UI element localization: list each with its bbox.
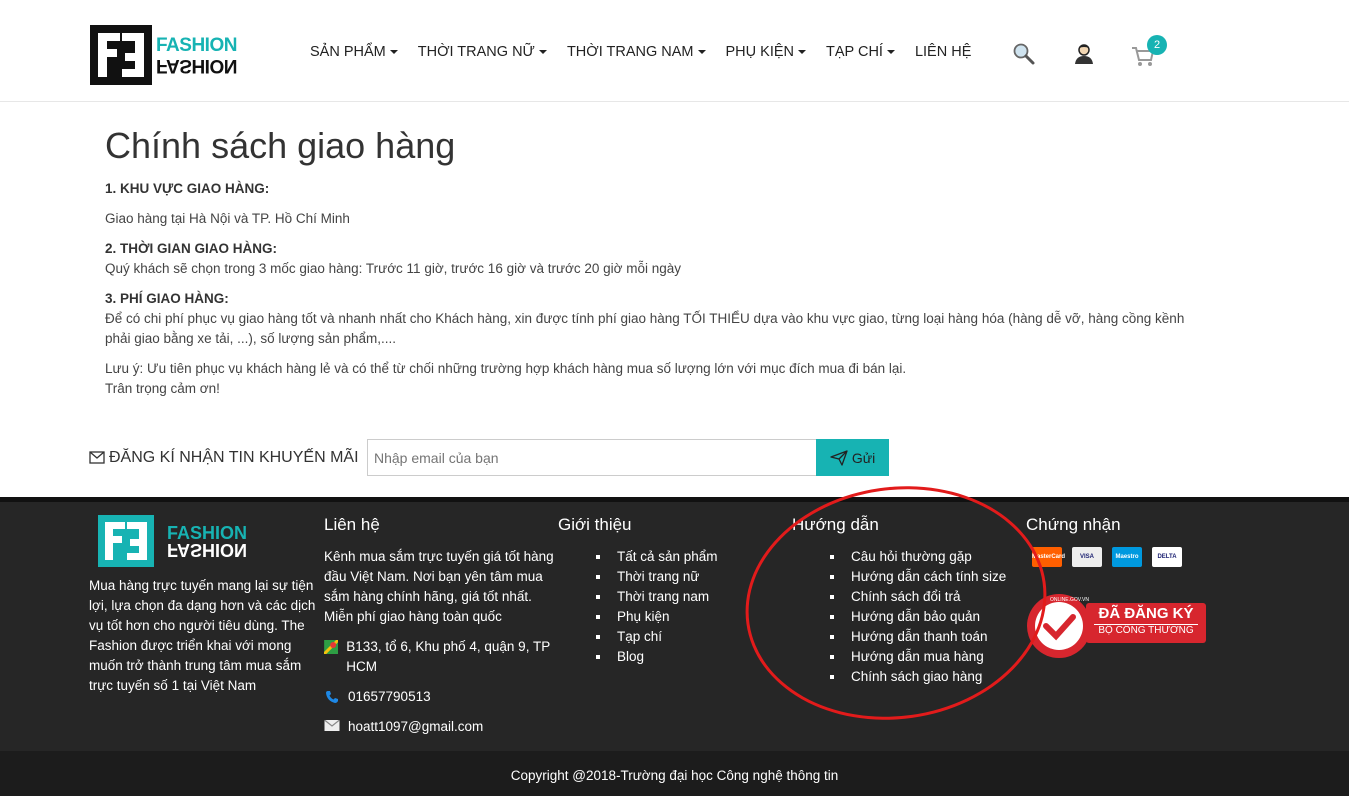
section-heading: 3. PHÍ GIAO HÀNG: (105, 291, 229, 306)
envelope-icon (89, 451, 105, 464)
map-icon (324, 640, 339, 654)
thanks-text: Trân trọng cảm ơn! (105, 381, 220, 396)
section-heading: 1. KHU VỰC GIAO HÀNG: (105, 181, 270, 196)
seal-ring-text: ONLINE.GOV.VN (1050, 597, 1089, 603)
policy-content: Chính sách giao hàng 1. KHU VỰC GIAO HÀN… (105, 125, 1245, 399)
nav-item-thoi-trang-nu[interactable]: THỜI TRANG NỮ (418, 44, 547, 60)
logo-mark-icon (90, 25, 152, 85)
section-text: Quý khách sẽ chọn trong 3 mốc giao hàng:… (105, 261, 681, 276)
nav-item-thoi-trang-nam[interactable]: THỜI TRANG NAM (567, 44, 706, 60)
caret-down-icon (798, 50, 807, 54)
site-footer: FASHION FASHION Mua hàng trực tuyến mang… (0, 497, 1349, 751)
maestro-icon: Maestro (1112, 547, 1142, 567)
footer-link[interactable]: Tạp chí (596, 627, 788, 647)
mail-icon (324, 720, 340, 731)
main-nav: SẢN PHẨM THỜI TRANG NỮ THỜI TRANG NAM PH… (310, 44, 991, 60)
copyright-bar: Copyright @2018-Trường đại học Công nghệ… (0, 751, 1349, 796)
footer-contact-title: Liên hệ (324, 515, 380, 534)
caret-down-icon (538, 50, 547, 54)
nav-item-tap-chi[interactable]: TẠP CHÍ (826, 44, 895, 60)
section-heading: 2. THỜI GIAN GIAO HÀNG: (105, 241, 278, 256)
nav-item-san-pham[interactable]: SẢN PHẨM (310, 44, 398, 60)
footer-link[interactable]: Hướng dẫn cách tính size (830, 567, 1024, 587)
footer-link[interactable]: Thời trang nữ (596, 567, 788, 587)
footer-guide: Hướng dẫn Câu hỏi thường gặp Hướng dẫn c… (792, 515, 1024, 687)
payment-cards: MasterCard VISA Maestro DELTA (1032, 547, 1246, 567)
footer-link[interactable]: Chính sách đổi trả (830, 587, 1024, 607)
footer-intro: Giới thiệu Tất cả sản phẩm Thời trang nữ… (558, 515, 788, 667)
footer-guide-title: Hướng dẫn (792, 515, 879, 534)
delta-icon: DELTA (1152, 547, 1182, 567)
footer-cert-title: Chứng nhận (1026, 515, 1121, 534)
footer-link[interactable]: Tất cả sản phẩm (596, 547, 788, 567)
footer-intro-list: Tất cả sản phẩm Thời trang nữ Thời trang… (596, 547, 788, 667)
newsletter-email-input[interactable] (367, 439, 816, 476)
cart-count-badge: 2 (1147, 35, 1167, 55)
note-text: Lưu ý: Ưu tiên phục vụ khách hàng lẻ và … (105, 361, 907, 376)
footer-contact: Liên hệ Kênh mua sắm trực tuyến giá tốt … (324, 515, 559, 737)
footer-link[interactable]: Thời trang nam (596, 587, 788, 607)
footer-link[interactable]: Phụ kiện (596, 607, 788, 627)
page-title: Chính sách giao hàng (105, 125, 456, 166)
footer-intro-title: Giới thiệu (558, 515, 632, 534)
footer-about: Mua hàng trực tuyến mang lại sự tiện lợi… (89, 578, 316, 693)
newsletter-label: ĐĂNG KÍ NHẬN TIN KHUYẾN MÃI (89, 449, 367, 467)
caret-down-icon (389, 50, 398, 54)
footer-contact-desc: Kênh mua sắm trực tuyến giá tốt hàng đầu… (324, 549, 554, 624)
site-logo[interactable]: FASHION FASHION (90, 25, 250, 85)
phone-icon (326, 691, 338, 703)
section-text: phải giao bằng xe tải, ...), số lượng sả… (105, 331, 397, 346)
logo-mark-icon (98, 515, 154, 567)
caret-down-icon (697, 50, 706, 54)
footer-link[interactable]: Hướng dẫn bảo quản (830, 607, 1024, 627)
site-header: FASHION FASHION SẢN PHẨM THỜI TRANG NỮ T… (0, 0, 1349, 102)
footer-address: B133, tổ 6, Khu phố 4, quận 9, TP HCM (324, 637, 559, 677)
copyright-text: Copyright @2018-Trường đại học Công nghệ… (510, 768, 839, 783)
send-icon (830, 449, 848, 466)
section-text: Giao hàng tại Hà Nội và TP. Hồ Chí Minh (105, 211, 350, 226)
nav-item-phu-kien[interactable]: PHỤ KIỆN (726, 44, 807, 60)
footer-cert: Chứng nhận MasterCard VISA Maestro DELTA… (1026, 515, 1246, 659)
logo-text-mirrored: FASHION (156, 55, 237, 76)
footer-link[interactable]: Blog (596, 647, 788, 667)
footer-link[interactable]: Hướng dẫn thanh toán (830, 627, 1024, 647)
section-text: Để có chi phí phục vụ giao hàng tốt và n… (105, 311, 1185, 326)
footer-guide-list: Câu hỏi thường gặp Hướng dẫn cách tính s… (830, 547, 1024, 687)
footer-phone[interactable]: 01657790513 (324, 687, 559, 707)
logo-text-mirrored: FASHION (167, 540, 248, 560)
footer-link[interactable]: Câu hỏi thường gặp (830, 547, 1024, 567)
search-icon[interactable] (1012, 42, 1036, 66)
user-icon[interactable] (1072, 42, 1096, 66)
badge-bar: ĐÃ ĐĂNG KÝ BỘ CÔNG THƯƠNG (1086, 603, 1206, 643)
visa-icon: VISA (1072, 547, 1102, 567)
newsletter-submit-button[interactable]: Gửi (816, 439, 889, 476)
footer-email[interactable]: hoatt1097@gmail.com (324, 717, 559, 737)
nav-item-lien-he[interactable]: LIÊN HỆ (915, 44, 971, 60)
mastercard-icon: MasterCard (1032, 547, 1065, 567)
footer-link[interactable]: Hướng dẫn mua hàng (830, 647, 1024, 667)
caret-down-icon (886, 50, 895, 54)
footer-link[interactable]: Chính sách giao hàng (830, 667, 1024, 687)
registered-badge[interactable]: ĐÃ ĐĂNG KÝ BỘ CÔNG THƯƠNG ONLINE.GOV.VN (1026, 593, 1208, 659)
footer-logo[interactable]: FASHION FASHION (98, 515, 258, 567)
newsletter-form: ĐĂNG KÍ NHẬN TIN KHUYẾN MÃI Gửi (89, 439, 889, 476)
